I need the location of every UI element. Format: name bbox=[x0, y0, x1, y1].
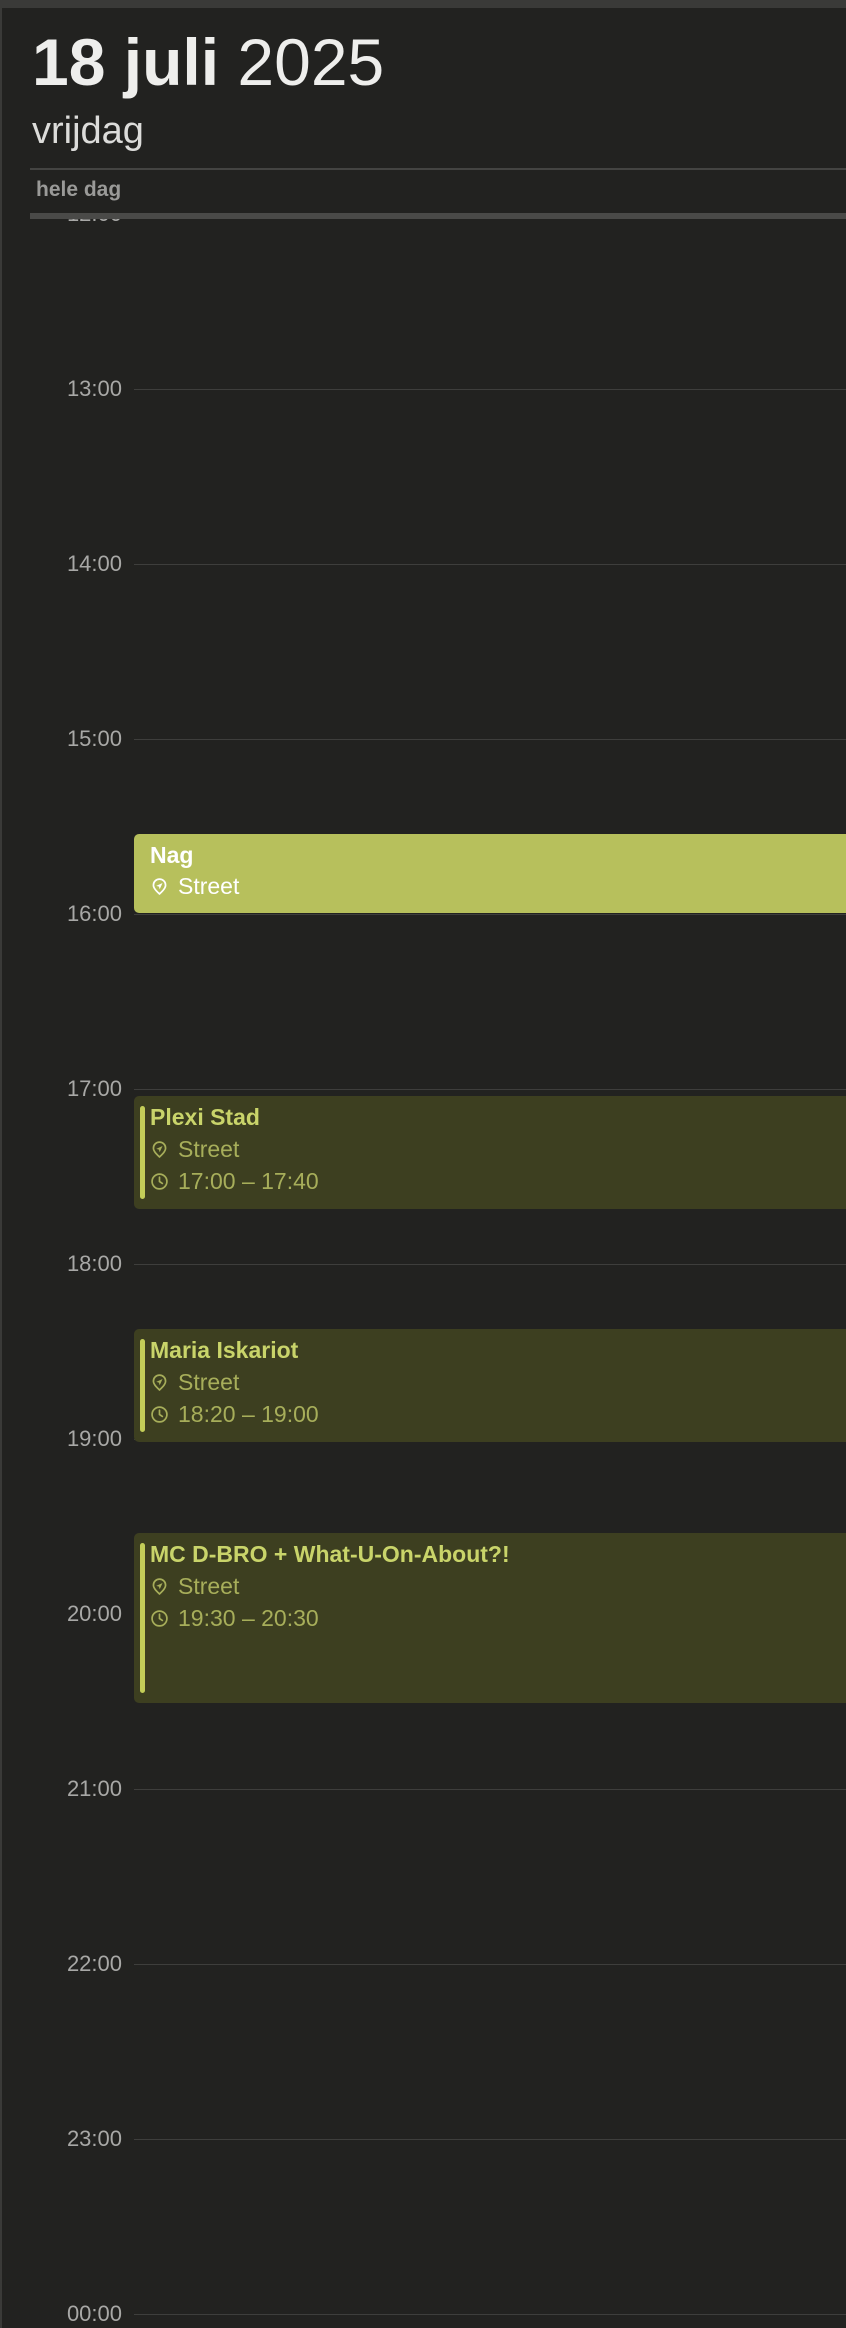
hour-line bbox=[134, 1789, 846, 1790]
event-time: 18:20 – 19:00 bbox=[178, 1401, 319, 1427]
location-icon bbox=[152, 1140, 167, 1158]
event-location-row: Street bbox=[150, 1571, 239, 1601]
hour-label: 19:00 bbox=[66, 1426, 122, 1451]
hour-row-15: 15:00 bbox=[0, 724, 846, 754]
hour-label: 12:00 bbox=[67, 219, 122, 229]
event-title: MC D-BRO + What-U-On-About?! bbox=[150, 1541, 510, 1567]
hour-line bbox=[134, 1264, 846, 1265]
clock-icon bbox=[151, 1405, 168, 1423]
event-location: Street bbox=[178, 1369, 240, 1395]
event-location: Street bbox=[178, 873, 240, 899]
hour-row-13: 13:00 bbox=[0, 374, 846, 404]
hour-line bbox=[134, 2314, 846, 2315]
date-year: 2025 bbox=[237, 25, 385, 99]
event-title: Nag bbox=[150, 842, 194, 868]
hour-label: 23:00 bbox=[66, 2126, 122, 2151]
event-time-row: 17:00 – 17:40 bbox=[150, 1166, 319, 1196]
hour-line bbox=[134, 1964, 846, 1965]
hour-row-18: 18:00 bbox=[0, 1249, 846, 1279]
event-title: Maria Iskariot bbox=[150, 1337, 299, 1363]
event-location-row: Street bbox=[150, 1367, 239, 1397]
event-accent-bar bbox=[140, 1339, 145, 1432]
hour-row-12: 12:00 bbox=[0, 219, 846, 229]
hour-line bbox=[134, 2139, 846, 2140]
hour-label: 18:00 bbox=[66, 1251, 122, 1276]
hour-row-00: 00:00 bbox=[0, 2299, 846, 2328]
hour-row-23: 23:00 bbox=[0, 2124, 846, 2154]
hour-row-22: 22:00 bbox=[0, 1949, 846, 1979]
date-day-month: 18 juli bbox=[32, 25, 220, 99]
event-accent-bar bbox=[140, 1543, 145, 1693]
location-icon bbox=[152, 1373, 167, 1391]
hour-label: 00:00 bbox=[66, 2301, 122, 2326]
clock-icon bbox=[151, 1172, 168, 1190]
event-nag[interactable]: Nag Street bbox=[134, 834, 846, 913]
event-accent-bar bbox=[140, 1106, 145, 1199]
hour-line bbox=[134, 914, 846, 915]
event-maria-iskariot[interactable]: Maria Iskariot Street 18:20 – 19:00 bbox=[134, 1329, 846, 1442]
event-time-row: 18:20 – 19:00 bbox=[150, 1399, 319, 1429]
date-title: 18 juli 2025 bbox=[32, 22, 384, 102]
hour-row-21: 21:00 bbox=[0, 1774, 846, 1804]
hour-label: 15:00 bbox=[66, 726, 122, 751]
weekday-label: vrijdag bbox=[32, 110, 144, 152]
event-title: Plexi Stad bbox=[150, 1104, 260, 1130]
hour-line bbox=[134, 1089, 846, 1090]
event-mc-d-bro[interactable]: MC D-BRO + What-U-On-About?! Street 19:3… bbox=[134, 1533, 846, 1703]
hour-label: 21:00 bbox=[66, 1776, 122, 1801]
location-icon bbox=[152, 1577, 167, 1595]
location-icon bbox=[152, 877, 167, 895]
hour-label: 13:00 bbox=[66, 376, 122, 401]
hour-line bbox=[134, 564, 846, 565]
event-location-row: Street bbox=[150, 1134, 239, 1164]
event-time: 17:00 – 17:40 bbox=[178, 1168, 319, 1194]
hour-label: 14:00 bbox=[66, 551, 122, 576]
day-timeline[interactable]: 12:00 13:00 14:00 15:00 16:00 17:00 18:0… bbox=[0, 219, 846, 2328]
header-divider bbox=[30, 168, 846, 170]
window-top-bar bbox=[0, 0, 846, 8]
hour-label: 20:00 bbox=[66, 1601, 122, 1626]
event-plexi-stad[interactable]: Plexi Stad Street 17:00 – 17:40 bbox=[134, 1096, 846, 1209]
hour-line bbox=[134, 389, 846, 390]
hour-label: 16:00 bbox=[66, 901, 122, 926]
event-time: 19:30 – 20:30 bbox=[178, 1605, 319, 1631]
event-location: Street bbox=[178, 1136, 240, 1162]
hour-line bbox=[134, 739, 846, 740]
hour-label: 17:00 bbox=[66, 1076, 122, 1101]
event-location-row: Street bbox=[150, 871, 239, 901]
event-location: Street bbox=[178, 1573, 240, 1599]
clock-icon bbox=[151, 1609, 168, 1627]
event-time-row: 19:30 – 20:30 bbox=[150, 1603, 319, 1633]
hour-label: 22:00 bbox=[66, 1951, 122, 1976]
hour-row-14: 14:00 bbox=[0, 549, 846, 579]
all-day-label[interactable]: hele dag bbox=[36, 178, 121, 202]
